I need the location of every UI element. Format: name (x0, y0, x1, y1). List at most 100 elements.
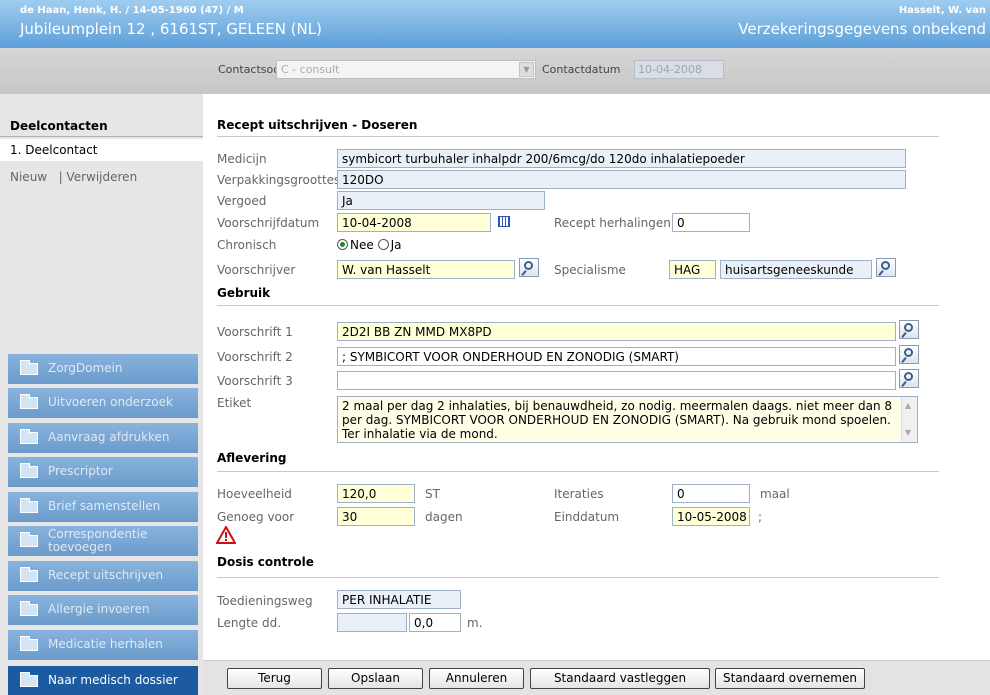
form-title: Recept uitschrijven - Doseren (217, 118, 418, 132)
vergoed-field[interactable]: Ja (337, 191, 545, 210)
delete-link[interactable]: | Verwijderen (59, 170, 138, 184)
nav-label: Aanvraag afdrukken (48, 430, 170, 445)
iteraties-unit: maal (760, 487, 790, 501)
voorschrijfdatum-field[interactable]: 10-04-2008 (337, 213, 491, 232)
cancel-button[interactable]: Annuleren (429, 668, 524, 689)
new-link[interactable]: Nieuw (10, 170, 47, 184)
nav-prescriptor[interactable]: Prescriptor (8, 457, 198, 487)
voorschrijver-label: Voorschrijver (217, 263, 296, 277)
back-button[interactable]: Terug (227, 668, 322, 689)
folder-icon (20, 567, 38, 582)
etiket-textarea[interactable]: 2 maal per dag 2 inhalaties, bij benauwd… (337, 396, 918, 443)
hoeveelheid-unit: ST (425, 487, 440, 501)
medicijn-label: Medicijn (217, 152, 267, 166)
nav-label: ZorgDomein (48, 361, 123, 376)
etiket-label: Etiket (217, 396, 252, 410)
nav-uitvoeren-onderzoek[interactable]: Uitvoeren onderzoek (8, 388, 198, 418)
scroll-up-icon[interactable]: ▲ (905, 399, 911, 413)
divider (217, 577, 939, 578)
divider (217, 305, 939, 306)
nav-correspondentie-toevoegen[interactable]: Correspondentie toevoegen (8, 526, 198, 556)
voorschrift2-field[interactable]: ; SYMBICORT VOOR ONDERHOUD EN ZONODIG (S… (337, 347, 896, 366)
genoeg-label: Genoeg voor (217, 510, 295, 524)
nav-allergie-invoeren[interactable]: Allergie invoeren (8, 595, 198, 625)
chevron-down-icon[interactable]: ▼ (519, 62, 534, 77)
calendar-icon[interactable] (494, 212, 514, 231)
vergoed-label: Vergoed (217, 194, 267, 208)
folder-icon (20, 498, 38, 513)
scroll-down-icon[interactable]: ▼ (905, 426, 911, 440)
genoeg-field[interactable]: 30 (337, 507, 415, 526)
iteraties-field[interactable]: 0 (672, 484, 750, 503)
nav-recept-uitschrijven[interactable]: Recept uitschrijven (8, 561, 198, 591)
radio-label: Ja (390, 238, 402, 252)
sidebar-title: Deelcontacten (10, 119, 108, 133)
einddatum-suffix: ; (758, 510, 763, 524)
herhalingen-label: Recept herhalingen (554, 216, 671, 230)
nav-medisch-dossier[interactable]: Naar medisch dossier (8, 666, 198, 695)
gebruik-title: Gebruik (217, 286, 271, 300)
lengte-unit-field[interactable] (337, 613, 407, 632)
nav-label: Correspondentie toevoegen (48, 526, 148, 554)
nav-label: Brief samenstellen (48, 499, 161, 514)
hoeveelheid-field[interactable]: 120,0 (337, 484, 415, 503)
sidebar-item-deelcontact[interactable]: 1. Deelcontact (0, 139, 203, 161)
lengte-unit: m. (467, 616, 483, 630)
medicijn-field[interactable]: symbicort turbuhaler inhalpdr 200/6mcg/d… (337, 149, 906, 168)
nav-label: Prescriptor (48, 464, 113, 479)
chronisch-nee-radio[interactable]: Nee (337, 238, 374, 252)
verpakking-label: Verpakkingsgroottes (217, 173, 341, 187)
nav-medicatie-herhalen[interactable]: Medicatie herhalen (8, 630, 198, 660)
nav-brief-samenstellen[interactable]: Brief samenstellen (8, 492, 198, 522)
divider (217, 136, 939, 137)
lengte-field[interactable]: 0,0 (409, 613, 461, 632)
herhalingen-field[interactable]: 0 (672, 213, 750, 232)
voorschrift3-field[interactable] (337, 371, 896, 390)
recept-form: Recept uitschrijven - Doseren Medicijn s… (203, 94, 990, 660)
folder-icon (20, 463, 38, 478)
folder-icon (20, 532, 38, 547)
einddatum-field[interactable]: 10-05-2008 (672, 507, 750, 526)
search-icon[interactable] (519, 258, 539, 277)
search-icon[interactable] (876, 258, 896, 277)
voorschrijver-field[interactable]: W. van Hasselt (337, 260, 515, 279)
toediening-field[interactable]: PER INHALATIE (337, 590, 461, 609)
search-icon[interactable] (899, 320, 919, 339)
search-icon[interactable] (899, 369, 919, 388)
chronisch-ja-radio[interactable]: Ja (377, 238, 402, 252)
folder-icon (20, 672, 38, 687)
voorschrift2-label: Voorschrift 2 (217, 350, 293, 364)
nav-zorgdomein[interactable]: ZorgDomein (8, 354, 198, 384)
button-bar: Terug Opslaan Annuleren Standaard vastle… (203, 660, 990, 695)
scrollbar[interactable]: ▲ ▼ (901, 397, 917, 442)
nav-label: Uitvoeren onderzoek (48, 395, 173, 410)
verpakking-field[interactable]: 120DO (337, 170, 906, 189)
contactsoort-select[interactable]: C - consult ▼ (276, 60, 536, 79)
nav-label: Medicatie herhalen (48, 637, 163, 652)
voorschrift1-field[interactable]: 2D2I BB ZN MMD MX8PD (337, 322, 896, 341)
contactdatum-label: Contactdatum (542, 63, 621, 76)
chronisch-label: Chronisch (217, 238, 277, 252)
contact-bar: Contactsoort C - consult ▼ Contactdatum … (0, 48, 990, 94)
folder-icon (20, 360, 38, 375)
voorschrift1-label: Voorschrift 1 (217, 325, 293, 339)
patient-info: de Haan, Henk, H. / 14-05-1960 (47) / M (20, 5, 244, 16)
contactsoort-value: C - consult (281, 63, 340, 76)
divider (217, 471, 939, 472)
contactdatum-field[interactable]: 10-04-2008 (634, 60, 724, 79)
standaard-overnemen-button[interactable]: Standaard overnemen (715, 668, 865, 689)
etiket-text: 2 maal per dag 2 inhalaties, bij benauwd… (342, 399, 892, 441)
specialisme-name-field[interactable]: huisartsgeneeskunde (720, 260, 872, 279)
patient-address: Jubileumplein 12 , 6161ST, GELEEN (NL) (20, 20, 322, 38)
nav-aanvraag-afdrukken[interactable]: Aanvraag afdrukken (8, 423, 198, 453)
save-button[interactable]: Opslaan (328, 668, 423, 689)
folder-icon (20, 601, 38, 616)
nav-label: Recept uitschrijven (48, 568, 164, 583)
folder-icon (20, 394, 38, 409)
standaard-vastleggen-button[interactable]: Standaard vastleggen (530, 668, 710, 689)
search-icon[interactable] (899, 345, 919, 364)
specialisme-code-field[interactable]: HAG (669, 260, 716, 279)
nav-label: Naar medisch dossier (48, 672, 178, 687)
genoeg-unit: dagen (425, 510, 463, 524)
sidebar-links: Nieuw | Verwijderen (10, 170, 137, 184)
